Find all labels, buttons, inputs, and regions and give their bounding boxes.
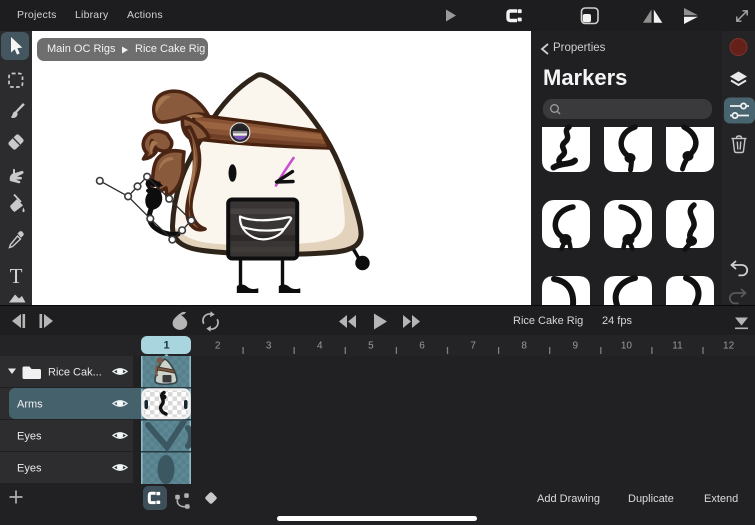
svg-text:12: 12 — [723, 341, 735, 352]
svg-text:10: 10 — [621, 341, 633, 352]
svg-text:Eyes: Eyes — [17, 431, 42, 443]
svg-text:11: 11 — [672, 341, 683, 352]
svg-text:5: 5 — [368, 341, 374, 352]
svg-text:2: 2 — [215, 341, 221, 352]
svg-text:Rice Cak...: Rice Cak... — [48, 367, 102, 379]
svg-text:3: 3 — [266, 341, 272, 352]
svg-text:T: T — [10, 264, 23, 288]
svg-text:7: 7 — [470, 341, 476, 352]
svg-text:Arms: Arms — [17, 399, 43, 411]
svg-text:Eyes: Eyes — [17, 463, 42, 475]
svg-text:6: 6 — [419, 341, 425, 352]
svg-text:8: 8 — [521, 341, 527, 352]
svg-text:4: 4 — [317, 341, 323, 352]
svg-text:1: 1 — [163, 340, 169, 352]
svg-text:9: 9 — [573, 341, 579, 352]
